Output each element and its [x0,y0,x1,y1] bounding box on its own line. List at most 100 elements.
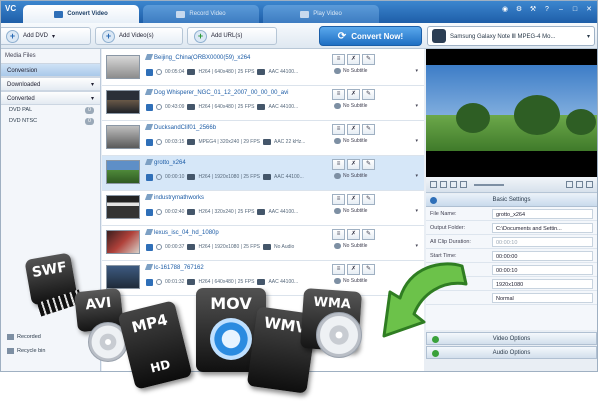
sidebar-item-label: DVD PAL [9,107,33,113]
chevron-down-icon[interactable]: ▾ [415,173,418,179]
checkbox[interactable] [146,68,153,76]
cut-icon[interactable]: ✗ [347,124,360,135]
edit-icon[interactable]: ✎ [362,159,375,170]
edit-icon[interactable]: ✎ [362,89,375,100]
chevron-down-icon[interactable]: ▾ [415,208,418,214]
sidebar-item-dvd-pal[interactable]: DVD PAL 0 [1,105,100,116]
tab-record-video[interactable]: Record Video [143,5,259,23]
edit-icon[interactable]: ✎ [362,194,375,205]
sidebar-item-recorded[interactable]: Recorded [1,331,100,343]
stop-time-field[interactable]: 00:00:10 [492,265,593,275]
cut-icon[interactable]: ✗ [347,54,360,65]
skin-icon[interactable]: ◉ [501,6,509,14]
play-icon[interactable] [440,181,447,188]
output-folder-field[interactable]: C:\Documents and Settin... [492,223,593,233]
tab-play-video[interactable]: Play Video [263,5,379,23]
cut-icon[interactable]: ✗ [347,159,360,170]
help-icon[interactable]: ? [543,6,551,14]
chevron-down-icon[interactable]: ▾ [415,243,418,249]
table-row-selected[interactable]: grotto_x264 00:00:10 H264 | 1920x1080 | 2… [102,156,424,191]
table-row[interactable]: industrymathworks 00:02:40 H264 | 320x240… [102,191,424,226]
checkbox[interactable] [146,278,153,286]
add-dvd-label: Add DVD [23,33,49,39]
volume-icon[interactable] [460,181,467,188]
checkbox[interactable] [146,173,153,181]
file-title[interactable]: lc-161788_767162 [144,264,204,273]
info-icon[interactable]: ≡ [332,264,345,275]
cut-icon[interactable]: ✗ [347,194,360,205]
subtitle-select[interactable]: No Subtitle [334,173,367,179]
table-row[interactable]: lexus_isc_04_hd_1080p 00:00:37 H264 | 192… [102,226,424,261]
info-icon[interactable]: ≡ [332,229,345,240]
add-urls-button[interactable]: + Add URL(s) [187,27,277,45]
effect-icon[interactable] [576,181,583,188]
cut-icon[interactable]: ✗ [347,89,360,100]
sidebar-item-converted[interactable]: Converted ▾ [1,91,100,105]
settings-gear-icon[interactable]: ⚙ [515,6,523,14]
output-profile-select[interactable]: Samsung Galaxy Note Ⅲ MPEG-4 Mo... ▾ [427,26,595,46]
start-time-field[interactable]: 00:00:00 [492,251,593,261]
stop-icon[interactable] [450,181,457,188]
edit-icon[interactable]: ✎ [362,54,375,65]
edit-icon[interactable]: ✎ [362,229,375,240]
quality-select[interactable]: Normal [492,293,593,303]
resolution-select[interactable]: 1920x1080 [492,279,593,289]
clock-icon [156,69,162,75]
file-title[interactable]: DucksandClif01_2566b [144,124,216,133]
chevron-down-icon[interactable]: ▾ [415,103,418,109]
file-title[interactable]: industrymathworks [144,194,204,203]
close-icon[interactable]: ✕ [585,6,593,14]
subtitle-select[interactable]: No Subtitle [334,243,367,249]
checkbox[interactable] [146,208,153,216]
convert-now-button[interactable]: ⟳ Convert Now! [319,26,422,46]
convert-now-label: Convert Now! [351,31,404,41]
sidebar-item-recycle-bin[interactable]: Recycle bin [1,345,100,357]
video-info: H264 | 1920x1080 | 25 FPS [198,244,260,250]
tab-convert-video[interactable]: Convert Video [23,5,139,23]
checkbox[interactable] [146,243,153,251]
minimize-icon[interactable]: – [557,6,565,14]
subtitle-select[interactable]: No Subtitle [334,68,367,74]
sidebar-item-dvd-ntsc[interactable]: DVD NTSC 0 [1,116,100,127]
add-videos-button[interactable]: + Add Video(s) [95,27,183,45]
table-row[interactable]: Beijing_China(ORBX0000(59)_x264 00:05:04… [102,51,424,86]
table-row[interactable]: DucksandClif01_2566b 00:03:15 MPEG4 | 320… [102,121,424,156]
file-title[interactable]: Beijing_China(ORBX0000(59)_x264 [144,54,250,63]
table-row[interactable]: Dog Whisperer_NGC_01_12_2007_00_00_00_av… [102,86,424,121]
info-icon[interactable]: ≡ [332,54,345,65]
fullscreen-icon[interactable] [586,181,593,188]
snapshot-icon[interactable] [430,181,437,188]
sidebar-item-conversion[interactable]: Conversion [1,63,100,77]
checkbox[interactable] [146,103,153,111]
file-info: 00:05:04 H264 | 640x480 | 25 FPS AAC 44100… [146,67,298,77]
volume-slider[interactable] [474,183,504,186]
info-icon[interactable]: ≡ [332,194,345,205]
edit-icon[interactable]: ✎ [362,124,375,135]
sidebar-item-downloaded[interactable]: Downloaded ▾ [1,77,100,91]
setting-label: All Clip Duration: [430,239,471,245]
file-title[interactable]: Dog Whisperer_NGC_01_12_2007_00_00_00_av… [144,89,288,98]
add-urls-label: Add URL(s) [211,33,243,39]
crop-icon[interactable] [566,181,573,188]
file-name-field[interactable]: grotto_x264 [492,209,593,219]
audio-icon [263,139,271,145]
settings-header[interactable]: Basic Settings [426,194,597,207]
file-title[interactable]: lexus_isc_04_hd_1080p [144,229,219,238]
cut-icon[interactable]: ✗ [347,229,360,240]
format-label: MP4 [129,310,170,337]
subtitle-select[interactable]: No Subtitle [334,103,367,109]
chevron-down-icon[interactable]: ▾ [415,138,418,144]
info-icon[interactable]: ≡ [332,89,345,100]
info-icon[interactable]: ≡ [332,159,345,170]
checkbox[interactable] [146,138,153,146]
tools-icon[interactable]: ⚒ [529,6,537,14]
audio-icon [263,174,271,180]
info-icon[interactable]: ≡ [332,124,345,135]
subtitle-select[interactable]: No Subtitle [334,138,367,144]
file-title[interactable]: grotto_x264 [144,159,186,168]
add-dvd-button[interactable]: + Add DVD ▾ [1,27,91,45]
chevron-down-icon[interactable]: ▾ [415,68,418,74]
subtitle-select[interactable]: No Subtitle [334,208,367,214]
cut-icon[interactable]: ✗ [347,264,360,275]
maximize-icon[interactable]: □ [571,6,579,14]
